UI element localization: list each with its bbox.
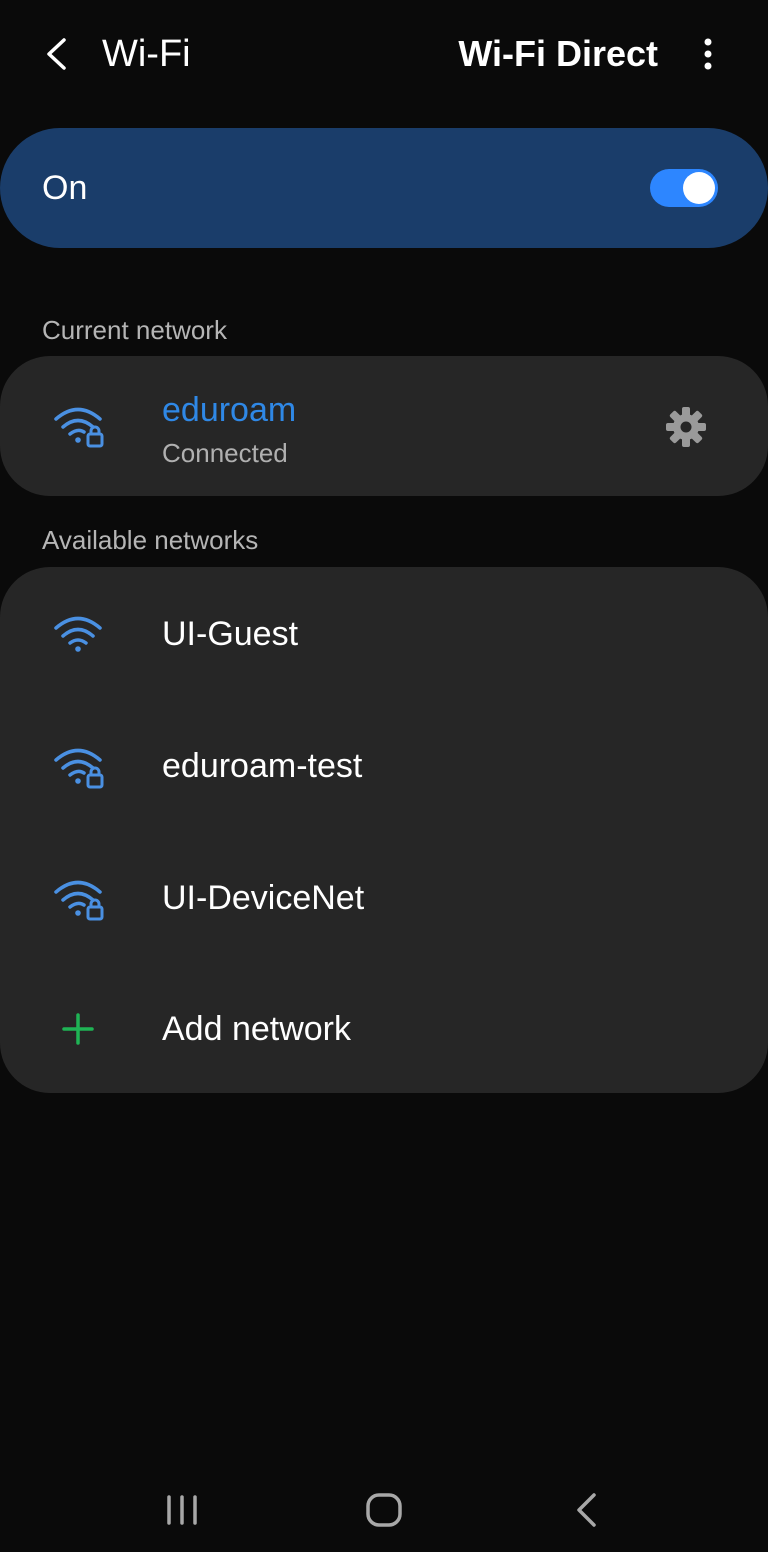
wifi-icon [54, 616, 102, 652]
recents-icon [167, 1495, 197, 1525]
network-row[interactable]: UI-Guest [0, 567, 768, 699]
home-icon [366, 1493, 402, 1527]
page-title: Wi-Fi [102, 33, 191, 75]
current-network-name: eduroam [162, 391, 297, 429]
wifi-lock-icon [54, 748, 104, 789]
wifi-settings-screen: Wi-Fi Wi-Fi Direct On Current network ed… [0, 0, 768, 1552]
home-button[interactable] [354, 1486, 414, 1534]
add-network-label: Add network [162, 1010, 351, 1048]
back-button[interactable] [36, 32, 76, 76]
wifi-toggle-label: On [42, 169, 88, 207]
more-options-button[interactable] [690, 32, 726, 76]
app-bar: Wi-Fi Wi-Fi Direct [0, 0, 768, 108]
current-network-heading: Current network [42, 315, 227, 345]
system-nav-bar [0, 1468, 768, 1552]
network-settings-button[interactable] [664, 405, 708, 449]
network-row[interactable]: UI-DeviceNet [0, 831, 768, 963]
more-vertical-icon [704, 38, 712, 70]
available-networks-heading: Available networks [42, 525, 259, 555]
chevron-left-icon [47, 38, 66, 70]
add-network-row[interactable]: Add network [0, 963, 768, 1093]
wifi-lock-icon [54, 880, 104, 921]
network-name: UI-DeviceNet [162, 879, 365, 917]
wifi-direct-button[interactable]: Wi-Fi Direct [458, 32, 658, 76]
network-name: UI-Guest [162, 615, 299, 653]
current-network-status: Connected [162, 438, 288, 468]
wifi-lock-icon [54, 407, 104, 448]
wifi-switch[interactable] [650, 169, 718, 207]
switch-knob [683, 172, 715, 204]
network-row[interactable]: eduroam-test [0, 699, 768, 831]
current-network-row[interactable]: eduroam Connected [0, 356, 768, 496]
network-name: eduroam-test [162, 747, 363, 785]
recents-button[interactable] [152, 1486, 212, 1534]
nav-back-button[interactable] [556, 1486, 616, 1534]
back-icon [577, 1493, 596, 1527]
plus-icon [62, 1013, 94, 1045]
gear-icon [666, 407, 706, 447]
